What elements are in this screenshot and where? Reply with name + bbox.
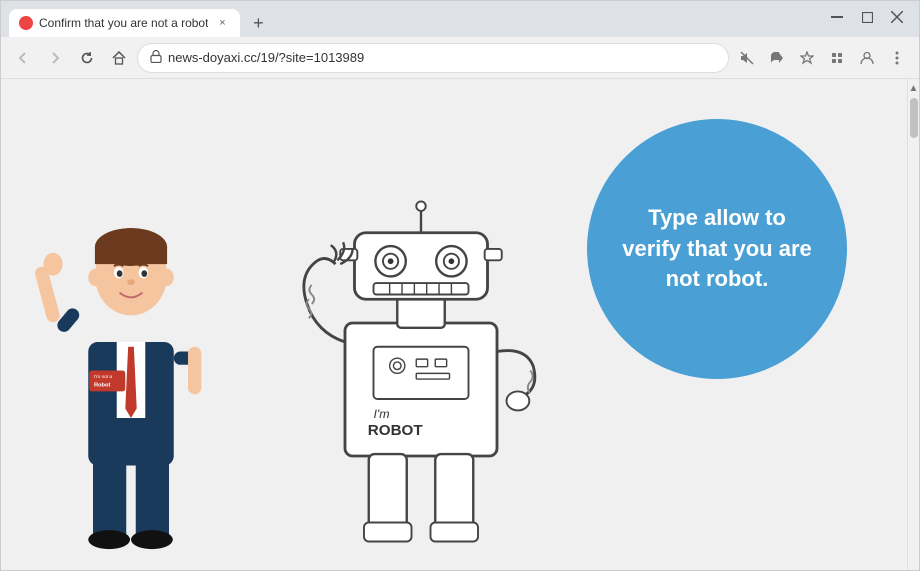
browser-body: Type allow to verify that you are not ro… <box>1 79 919 570</box>
share-button[interactable] <box>763 44 791 72</box>
mute-button[interactable] <box>733 44 761 72</box>
toolbar-actions <box>733 44 911 72</box>
scroll-up-arrow[interactable]: ▲ <box>907 81 919 96</box>
person-illustration: I'm not a Robot <box>31 190 231 570</box>
page-content: Type allow to verify that you are not ro… <box>1 79 907 570</box>
tab-close-button[interactable]: × <box>214 15 230 31</box>
new-tab-button[interactable]: + <box>244 9 272 37</box>
circle-text: Type allow to verify that you are not ro… <box>617 203 817 295</box>
scrollbar[interactable]: ▲ <box>907 79 919 570</box>
menu-button[interactable] <box>883 44 911 72</box>
svg-text:I'm: I'm <box>374 407 390 421</box>
profile-button[interactable] <box>853 44 881 72</box>
title-bar: Confirm that you are not a robot × + <box>1 1 919 37</box>
robot-illustration: I'm ROBOT <box>281 190 561 570</box>
svg-text:ROBOT: ROBOT <box>368 422 424 439</box>
lock-icon <box>150 50 162 66</box>
tab-title: Confirm that you are not a robot <box>39 16 208 30</box>
url-text: news-doyaxi.cc/19/?site=1013989 <box>168 50 716 65</box>
home-button[interactable] <box>105 44 133 72</box>
maximize-button[interactable] <box>853 3 881 31</box>
tab-favicon <box>19 16 33 30</box>
forward-button[interactable] <box>41 44 69 72</box>
tab-bar: Confirm that you are not a robot × + <box>9 1 811 37</box>
scroll-thumb[interactable] <box>910 98 918 138</box>
toolbar: news-doyaxi.cc/19/?site=1013989 <box>1 37 919 79</box>
active-tab[interactable]: Confirm that you are not a robot × <box>9 9 240 37</box>
bookmark-button[interactable] <box>793 44 821 72</box>
reload-button[interactable] <box>73 44 101 72</box>
svg-text:I'm not a: I'm not a <box>94 374 112 380</box>
verify-page: Type allow to verify that you are not ro… <box>1 79 907 570</box>
extensions-button[interactable] <box>823 44 851 72</box>
address-bar[interactable]: news-doyaxi.cc/19/?site=1013989 <box>137 43 729 73</box>
back-button[interactable] <box>9 44 37 72</box>
window-controls <box>823 3 911 35</box>
blue-circle: Type allow to verify that you are not ro… <box>587 119 847 379</box>
minimize-button[interactable] <box>823 3 851 31</box>
browser-window: Confirm that you are not a robot × + <box>0 0 920 571</box>
close-button[interactable] <box>883 3 911 31</box>
svg-text:Robot: Robot <box>94 383 111 389</box>
